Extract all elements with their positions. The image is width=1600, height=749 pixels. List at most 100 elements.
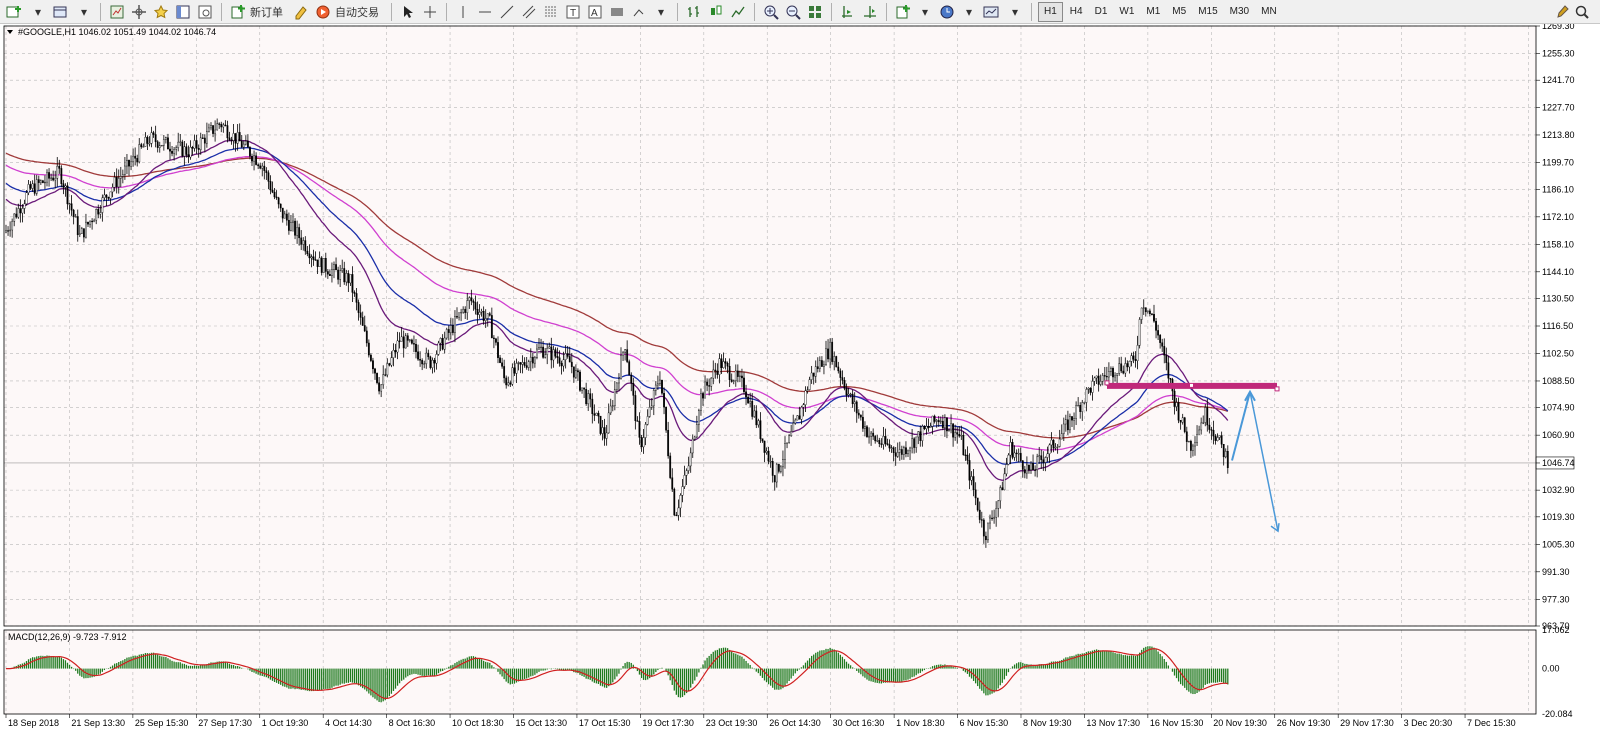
y-tick-label: 1255.30 <box>1542 48 1575 58</box>
timeframe-m1[interactable]: M1 <box>1141 3 1165 21</box>
arrows-icon[interactable] <box>629 2 649 22</box>
candle-body <box>831 341 834 362</box>
candle-body <box>224 124 227 126</box>
vertical-line-icon[interactable] <box>453 2 473 22</box>
timeframe-mn[interactable]: MN <box>1256 3 1282 21</box>
indicators-icon[interactable] <box>893 2 913 22</box>
candle-body <box>123 165 126 175</box>
candle-body <box>76 216 79 236</box>
candle-body <box>698 410 700 425</box>
x-tick-label: 27 Sep 17:30 <box>198 718 252 728</box>
candle-body <box>566 353 569 357</box>
candle-body <box>874 436 877 442</box>
fibonacci-icon[interactable] <box>541 2 561 22</box>
periods-icon[interactable] <box>937 2 957 22</box>
templates-icon[interactable] <box>981 2 1003 22</box>
new-chart-icon[interactable] <box>4 2 26 22</box>
channel-icon[interactable] <box>519 2 539 22</box>
candle-body <box>376 372 378 383</box>
line-chart-icon[interactable] <box>728 2 748 22</box>
terminal-icon[interactable] <box>173 2 193 22</box>
candle-body <box>357 302 360 313</box>
price-chart[interactable]: 1269.30 1255.30 1241.70 1227.70 1213.80 1199.… <box>0 24 1600 749</box>
shapes-icon[interactable] <box>607 2 627 22</box>
zoom-in-icon[interactable] <box>761 2 781 22</box>
candle-body <box>523 362 526 366</box>
navigator-icon[interactable] <box>129 2 149 22</box>
candle-body <box>343 268 346 283</box>
candle-body <box>242 143 245 148</box>
metaeditor-icon[interactable] <box>291 2 311 22</box>
candle-body <box>185 146 188 155</box>
text-tool-icon[interactable]: T <box>563 2 583 22</box>
dropdown-arrow-icon[interactable]: ▾ <box>915 2 935 22</box>
dropdown-arrow-icon[interactable]: ▾ <box>651 2 671 22</box>
favorites-icon[interactable] <box>151 2 171 22</box>
pen-icon[interactable] <box>1552 2 1572 22</box>
timeframe-m15[interactable]: M15 <box>1193 3 1222 21</box>
candle-body <box>513 367 516 374</box>
crosshair-icon[interactable] <box>420 2 440 22</box>
separator <box>221 2 222 21</box>
x-tick-label: 10 Oct 18:30 <box>452 718 504 728</box>
candle-body <box>1025 464 1028 474</box>
zoom-out-icon[interactable] <box>783 2 803 22</box>
candle-body <box>868 436 870 438</box>
candle-body <box>1124 363 1127 374</box>
candle-body <box>560 362 563 367</box>
candle-body <box>654 384 657 391</box>
candle-body <box>117 178 120 188</box>
candle-body <box>1050 439 1053 446</box>
bar-chart-icon[interactable] <box>684 2 704 22</box>
profiles-icon[interactable] <box>50 2 72 22</box>
timeframe-m30[interactable]: M30 <box>1225 3 1254 21</box>
candle-body <box>525 365 528 368</box>
timeframe-d1[interactable]: D1 <box>1090 3 1113 21</box>
candle-body <box>1048 444 1051 455</box>
candle-body <box>1151 313 1153 315</box>
new-order-button[interactable]: 新订单 <box>228 2 289 22</box>
dropdown-arrow-icon[interactable]: ▾ <box>74 2 94 22</box>
timeframe-w1[interactable]: W1 <box>1114 3 1139 21</box>
horizontal-line-icon[interactable] <box>475 2 495 22</box>
candle-body <box>544 354 547 358</box>
search-icon[interactable] <box>1572 2 1592 22</box>
chart-window[interactable]: 1269.30 1255.30 1241.70 1227.70 1213.80 1199.… <box>0 24 1600 749</box>
candle-body <box>1206 407 1209 426</box>
cursor-icon[interactable] <box>398 2 418 22</box>
timeframe-m5[interactable]: M5 <box>1167 3 1191 21</box>
auto-scroll-icon[interactable] <box>838 2 858 22</box>
dropdown-arrow-icon[interactable]: ▾ <box>959 2 979 22</box>
candle-body <box>568 356 571 363</box>
candle-body <box>476 308 479 315</box>
candle-body <box>126 160 128 167</box>
separator <box>677 2 678 21</box>
candle-body <box>786 442 788 444</box>
dropdown-arrow-icon[interactable]: ▾ <box>28 2 48 22</box>
candle-body <box>15 213 18 218</box>
timeframe-h4[interactable]: H4 <box>1065 3 1088 21</box>
candle-body <box>31 183 34 189</box>
candle-body <box>222 124 225 128</box>
candle-body <box>843 380 846 389</box>
candle-body <box>839 370 842 378</box>
candle-body <box>466 300 469 313</box>
label-tool-icon[interactable]: A <box>585 2 605 22</box>
candle-body <box>1175 402 1178 407</box>
candlestick-chart-icon[interactable] <box>706 2 726 22</box>
market-watch-icon[interactable] <box>107 2 127 22</box>
dropdown-arrow-icon[interactable]: ▾ <box>1005 2 1025 22</box>
candle-body <box>796 415 799 421</box>
tile-windows-icon[interactable] <box>805 2 825 22</box>
candle-body <box>556 356 559 358</box>
trendline-icon[interactable] <box>497 2 517 22</box>
candle-body <box>663 393 665 408</box>
timeframe-h1[interactable]: H1 <box>1038 1 1063 22</box>
strategy-tester-icon[interactable] <box>195 2 215 22</box>
chart-shift-icon[interactable] <box>860 2 880 22</box>
candle-body <box>493 337 495 340</box>
auto-trading-button[interactable]: 自动交易 <box>313 2 385 22</box>
candle-body <box>64 185 67 188</box>
y-tick-label: 1172.10 <box>1542 212 1574 222</box>
x-tick-label: 30 Oct 16:30 <box>833 718 885 728</box>
